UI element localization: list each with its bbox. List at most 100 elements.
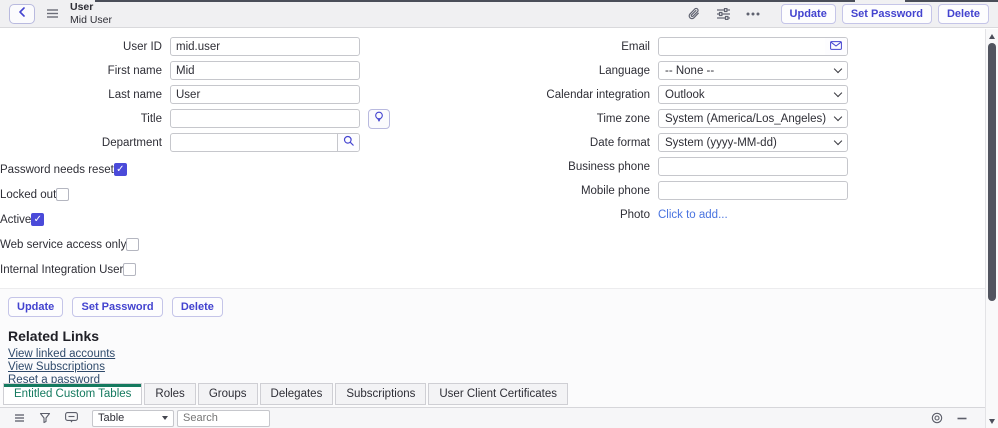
first-name-input[interactable] — [170, 61, 360, 80]
view-subscriptions-link[interactable]: View Subscriptions — [8, 361, 105, 373]
last-name-input[interactable] — [170, 85, 360, 104]
tab-roles[interactable]: Roles — [144, 383, 196, 405]
date-format-label: Date format — [589, 136, 650, 149]
user-id-input[interactable] — [170, 37, 360, 56]
time-zone-selected-value: System (America/Los_Angeles) — [665, 112, 827, 125]
window-edge-strip — [905, 0, 998, 2]
chat-bubble-icon[interactable] — [65, 412, 78, 424]
list-toolbar: Table — [0, 407, 985, 428]
filter-funnel-icon[interactable] — [39, 412, 51, 424]
update-button[interactable]: Update — [780, 3, 836, 24]
related-lists-tabbar: Entitled Custom Tables Roles Groups Dele… — [3, 383, 570, 405]
list-search-input[interactable] — [177, 409, 270, 427]
chevron-down-icon — [833, 64, 843, 73]
field-row-first-name: First name — [0, 61, 390, 80]
scrollbar-thumb[interactable] — [988, 43, 996, 301]
envelope-icon — [830, 40, 842, 53]
field-row-business-phone: Business phone — [488, 157, 848, 176]
list-settings-gear-icon[interactable] — [931, 412, 943, 424]
window-edge-strip — [95, 0, 855, 2]
password-needs-reset-checkbox[interactable] — [113, 163, 127, 176]
set-password-button[interactable]: Set Password — [841, 3, 932, 24]
record-name-label: Mid User — [70, 13, 113, 26]
paperclip-icon[interactable] — [687, 7, 701, 21]
footer-delete-button[interactable]: Delete — [171, 297, 223, 317]
chevron-down-icon — [833, 136, 843, 145]
user-id-label: User ID — [123, 40, 162, 53]
time-zone-label: Time zone — [596, 112, 650, 125]
footer-update-button[interactable]: Update — [8, 297, 64, 317]
time-zone-select[interactable]: System (America/Los_Angeles) — [658, 109, 848, 128]
internal-integration-user-checkbox[interactable] — [123, 263, 137, 276]
active-label: Active — [0, 213, 32, 226]
language-select[interactable]: -- None -- — [658, 61, 848, 80]
minimize-list-icon[interactable] — [957, 417, 967, 420]
active-checkbox[interactable] — [31, 213, 45, 226]
tab-groups[interactable]: Groups — [197, 383, 258, 405]
field-row-language: Language -- None -- — [488, 61, 848, 80]
caret-down-icon — [162, 416, 168, 420]
delete-button[interactable]: Delete — [937, 3, 989, 24]
locked-out-checkbox[interactable] — [56, 188, 70, 201]
field-row-time-zone: Time zone System (America/Los_Angeles) — [488, 109, 848, 128]
department-reference-field — [170, 133, 360, 152]
photo-click-to-add-link[interactable]: Click to add... — [658, 209, 728, 221]
field-row-date-format: Date format System (yyyy-MM-dd) — [488, 133, 848, 152]
department-lookup-button[interactable] — [337, 134, 359, 151]
scroll-up-arrow-icon[interactable] — [989, 34, 995, 39]
user-form: User ID First name Last name Title Depar… — [0, 29, 985, 288]
suggestion-pin-button[interactable] — [368, 108, 390, 129]
field-row-internal-integration-user: Internal Integration User — [0, 257, 390, 282]
photo-label: Photo — [619, 208, 650, 221]
view-linked-accounts-link[interactable]: View linked accounts — [8, 348, 115, 360]
internal-integration-user-label: Internal Integration User — [0, 263, 124, 276]
more-options-icon[interactable] — [746, 12, 760, 16]
field-row-mobile-phone: Mobile phone — [488, 181, 848, 200]
mobile-phone-input[interactable] — [658, 181, 848, 200]
table-select-value: Table — [98, 412, 125, 424]
table-select[interactable]: Table — [92, 409, 174, 427]
email-field — [658, 37, 848, 56]
list-menu-icon[interactable] — [14, 414, 25, 422]
field-row-email: Email — [488, 37, 848, 56]
footer-set-password-button[interactable]: Set Password — [72, 297, 163, 317]
email-action-button[interactable] — [825, 38, 847, 55]
first-name-label: First name — [107, 64, 162, 77]
date-format-select[interactable]: System (yyyy-MM-dd) — [658, 133, 848, 152]
field-row-calendar-integration: Calendar integration Outlook — [488, 85, 848, 104]
field-row-password-needs-reset: Password needs reset — [0, 157, 390, 182]
web-service-access-only-checkbox[interactable] — [126, 238, 140, 251]
tab-entitled-custom-tables[interactable]: Entitled Custom Tables — [3, 383, 143, 405]
field-row-department: Department — [0, 133, 390, 152]
mobile-phone-label: Mobile phone — [580, 184, 650, 197]
tab-subscriptions[interactable]: Subscriptions — [335, 383, 427, 405]
related-links-heading: Related Links — [8, 328, 100, 344]
title-input[interactable] — [170, 109, 360, 128]
last-name-label: Last name — [108, 88, 162, 101]
footer-button-row: Update Set Password Delete — [8, 297, 977, 317]
field-row-web-service-access: Web service access only — [0, 232, 390, 257]
calendar-integration-select[interactable]: Outlook — [658, 85, 848, 104]
page-title: User Mid User — [70, 1, 112, 25]
back-button[interactable] — [9, 3, 35, 24]
form-context-menu-icon[interactable] — [46, 9, 59, 18]
calendar-integration-label: Calendar integration — [546, 88, 650, 101]
department-input[interactable] — [171, 134, 337, 151]
record-type-label: User — [70, 1, 94, 14]
business-phone-input[interactable] — [658, 157, 848, 176]
tab-user-client-certificates[interactable]: User Client Certificates — [428, 383, 568, 405]
password-needs-reset-label: Password needs reset — [0, 163, 114, 176]
tab-delegates[interactable]: Delegates — [259, 383, 334, 405]
scroll-down-arrow-icon[interactable] — [989, 419, 995, 424]
field-row-last-name: Last name — [0, 85, 390, 104]
web-service-access-only-label: Web service access only — [0, 238, 127, 251]
email-input[interactable] — [659, 38, 825, 55]
chevron-down-icon — [833, 88, 843, 97]
magnifier-icon — [343, 135, 355, 150]
language-label: Language — [598, 64, 650, 77]
locked-out-label: Locked out — [0, 188, 57, 201]
chevron-down-icon — [833, 112, 843, 121]
form-left-column: User ID First name Last name Title Depar… — [0, 37, 390, 282]
vertical-scrollbar[interactable] — [985, 29, 998, 428]
sliders-icon[interactable] — [716, 7, 731, 20]
